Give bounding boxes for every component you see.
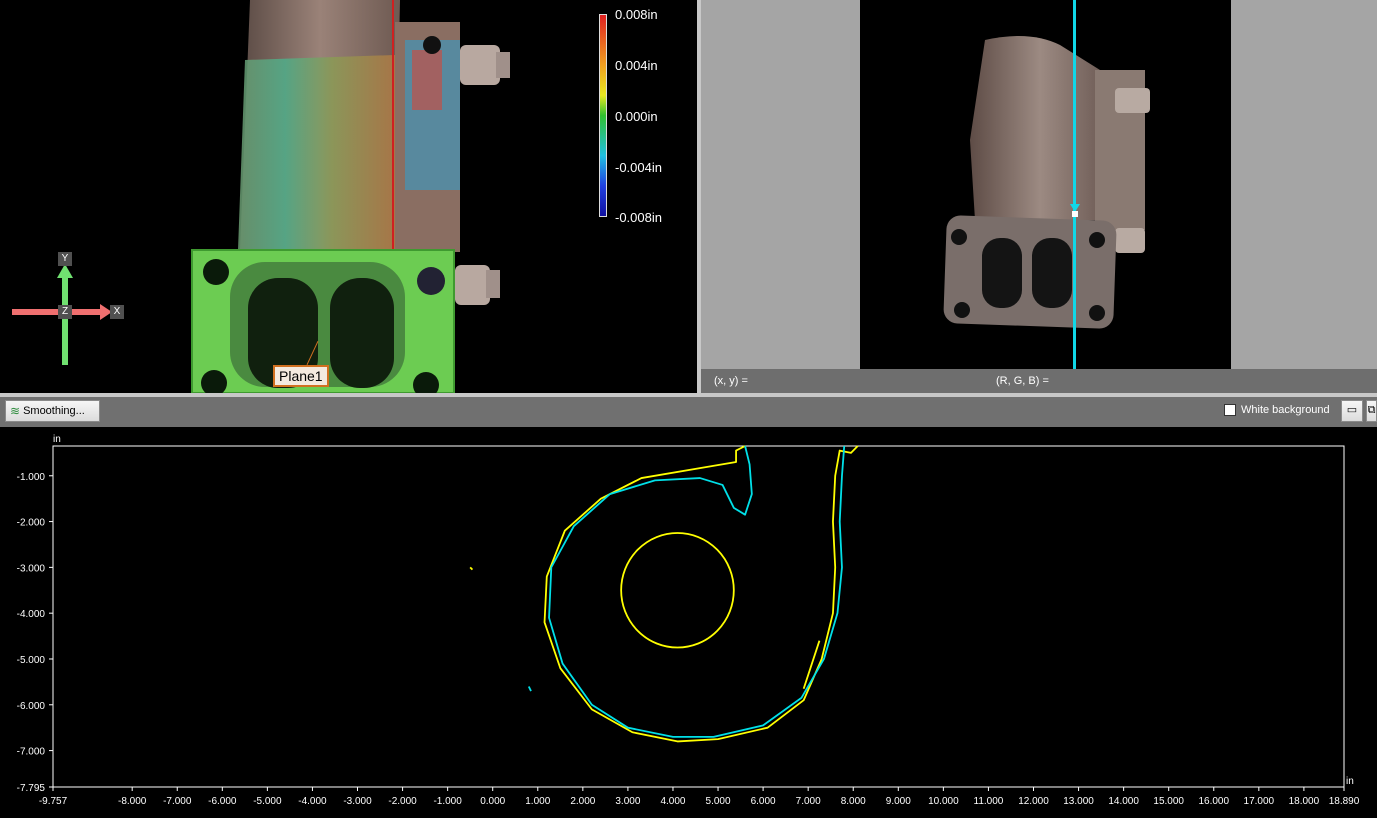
x-tick-label: 7.000 <box>796 796 821 807</box>
cross-section-plot[interactable]: in in -9.757 -8.000 -7.000 -6.000 -5.000 -4.0… <box>0 427 1377 818</box>
x-tick-label: 15.000 <box>1153 796 1184 807</box>
plane-label[interactable]: Plane1 <box>273 365 329 387</box>
section-curves <box>469 445 859 743</box>
port-right <box>330 278 394 388</box>
x-tick-label: 8.000 <box>841 796 866 807</box>
x-tick-label: 5.000 <box>706 796 731 807</box>
white-background-checkbox[interactable] <box>1224 404 1236 416</box>
x-tick-label: -2.000 <box>388 796 417 807</box>
x-tick-label: 17.000 <box>1244 796 1275 807</box>
image-status-bar: (x, y) = (R, G, B) = <box>701 369 1377 393</box>
y-tick-label: -7.000 <box>17 747 46 758</box>
x-tick-label: -4.000 <box>298 796 327 807</box>
y-tick-label: -4.000 <box>17 609 46 620</box>
photo-panel[interactable] <box>860 0 1231 369</box>
x-tick-label: 13.000 <box>1063 796 1094 807</box>
x-tick-label: 11.000 <box>974 796 1004 807</box>
x-tick-label: 2.000 <box>570 796 595 807</box>
legend-label: 0.004in <box>615 58 658 73</box>
section-cut-line[interactable] <box>1073 0 1076 369</box>
y-tick-label: -6.000 <box>17 701 46 712</box>
y-unit-label: in <box>53 434 61 445</box>
x-tick-label: 9.000 <box>886 796 911 807</box>
smoothing-icon: ≋ <box>10 404 21 418</box>
section-curve <box>469 566 474 571</box>
section-curve <box>527 686 532 692</box>
x-tick-label: 4.000 <box>660 796 685 807</box>
upper-boss <box>460 45 500 85</box>
plot-frame <box>52 445 1345 788</box>
section-curve <box>543 445 859 743</box>
smoothing-label: Smoothing... <box>23 405 85 417</box>
y-tick-label: -5.000 <box>17 655 46 666</box>
cut-line-handle[interactable] <box>1072 211 1078 217</box>
lower-boss <box>455 265 490 305</box>
deviation-color-bar <box>599 14 607 217</box>
legend-label: 0.008in <box>615 7 658 22</box>
y-tick-label: -1.000 <box>17 472 46 483</box>
x-tick-label: -7.000 <box>163 796 192 807</box>
smoothing-button[interactable]: ≋ Smoothing... <box>5 400 100 422</box>
x-axis-arrow <box>12 309 102 315</box>
white-background-label: White background <box>1241 404 1330 416</box>
3d-viewport[interactable]: Y Z X Plane1 0.008in 0.004in 0.000in -0.… <box>0 0 697 393</box>
y-tick-label: -2.000 <box>17 518 46 529</box>
x-tick-label: -3.000 <box>343 796 372 807</box>
x-tick-label: 10.000 <box>928 796 959 807</box>
x-tick-label: -5.000 <box>253 796 282 807</box>
x-tick-label: 16.000 <box>1198 796 1229 807</box>
x-tick-label: 18.000 <box>1289 796 1320 807</box>
x-tick-label: 18.890 <box>1329 796 1360 807</box>
x-tick-label: 6.000 <box>751 796 776 807</box>
image-viewport[interactable]: (x, y) = (R, G, B) = <box>701 0 1377 393</box>
x-tick-label: 1.000 <box>525 796 550 807</box>
x-tick-label: -6.000 <box>208 796 237 807</box>
3d-scan-render <box>12 0 510 393</box>
x-tick-label: 3.000 <box>615 796 640 807</box>
deviation-overlay <box>238 55 395 250</box>
section-chart: in in -9.757 -8.000 -7.000 -6.000 -5.000 -4.0… <box>17 434 1360 807</box>
housing-photo <box>943 36 1150 329</box>
x-tick-label: 12.000 <box>1018 796 1049 807</box>
restore-icon[interactable]: ⧉ <box>1366 400 1377 422</box>
x-tick-label: -9.757 <box>39 796 68 807</box>
bore-circle <box>620 532 735 649</box>
minimize-icon[interactable]: ▭ <box>1341 400 1363 422</box>
legend-label: -0.008in <box>615 210 662 225</box>
y-tick-label: -7.795 <box>17 783 46 794</box>
x-axis-label: X <box>110 305 124 319</box>
legend-label: -0.004in <box>615 160 662 175</box>
y-axis-label: Y <box>58 252 72 266</box>
section-toolbar: ≋ Smoothing... White background ▭ ⧉ <box>0 397 1377 427</box>
x-tick-label: 14.000 <box>1108 796 1139 807</box>
x-unit-label: in <box>1346 776 1354 787</box>
y-tick-labels: -1.000 -2.000 -3.000 -4.000 -5.000 -6.000 -7.0… <box>17 472 53 794</box>
rgb-readout: (R, G, B) = <box>996 375 1049 387</box>
x-tick-label: -1.000 <box>433 796 462 807</box>
x-tick-label: -8.000 <box>118 796 147 807</box>
legend-label: 0.000in <box>615 109 658 124</box>
xy-readout: (x, y) = <box>714 375 748 387</box>
y-tick-label: -3.000 <box>17 563 46 574</box>
z-axis-label: Z <box>58 305 72 319</box>
x-tick-labels: -9.757 -8.000 -7.000 -6.000 -5.000 -4.000 -3.0… <box>39 787 1360 807</box>
section-curve <box>548 445 846 738</box>
y-axis-arrow <box>62 275 68 365</box>
x-tick-label: 0.000 <box>480 796 505 807</box>
